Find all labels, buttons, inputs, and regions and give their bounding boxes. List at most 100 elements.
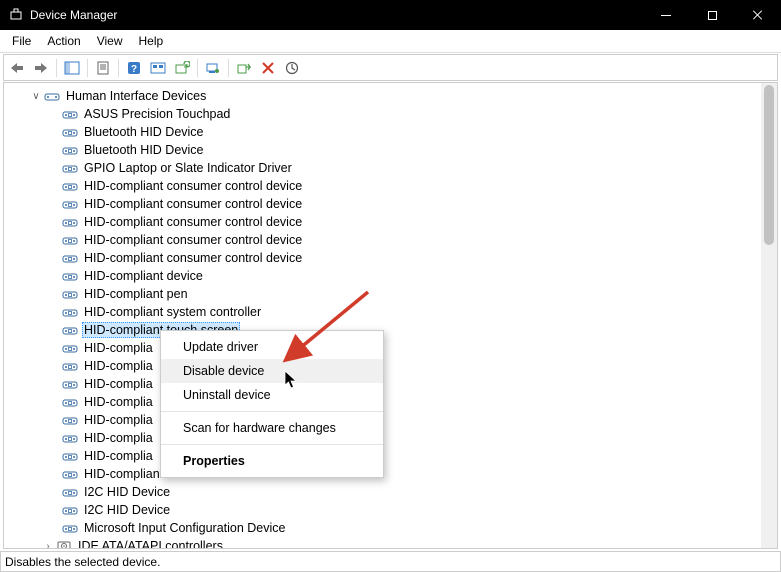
menu-separator <box>161 444 383 445</box>
hid-device-icon <box>62 430 78 446</box>
menu-bar: File Action View Help <box>0 30 781 53</box>
minimize-button[interactable] <box>643 0 689 30</box>
device-row[interactable]: I2C HID Device <box>4 483 761 501</box>
device-label: HID-compliant consumer control device <box>82 233 304 247</box>
menu-separator <box>161 411 383 412</box>
device-row[interactable]: Bluetooth HID Device <box>4 123 761 141</box>
menu-view[interactable]: View <box>89 31 131 51</box>
device-by-type-button[interactable] <box>147 57 169 79</box>
ctx-properties[interactable]: Properties <box>161 449 383 473</box>
menu-help[interactable]: Help <box>131 31 172 51</box>
maximize-button[interactable] <box>689 0 735 30</box>
scrollbar-thumb[interactable] <box>764 85 774 245</box>
expand-icon[interactable]: › <box>42 540 54 548</box>
device-label: Bluetooth HID Device <box>82 143 206 157</box>
hid-device-icon <box>62 520 78 536</box>
device-label: ASUS Precision Touchpad <box>82 107 232 121</box>
app-icon <box>8 7 24 23</box>
device-label: HID-compliant pen <box>82 287 190 301</box>
ctx-uninstall-device[interactable]: Uninstall device <box>161 383 383 407</box>
collapse-icon[interactable]: ∨ <box>30 90 42 102</box>
device-row[interactable]: HID-compliant device <box>4 267 761 285</box>
device-tree-pane: ∨Human Interface Devices ASUS Precision T… <box>3 82 778 549</box>
device-label: Microsoft Input Configuration Device <box>82 521 287 535</box>
hid-device-icon <box>62 304 78 320</box>
device-label: HID-compliant device <box>82 269 205 283</box>
svg-text:?: ? <box>131 64 137 75</box>
hid-device-icon <box>62 358 78 374</box>
enable-device-button[interactable] <box>233 57 255 79</box>
device-row[interactable]: HID-compliant pen <box>4 285 761 303</box>
hid-device-icon <box>62 322 78 338</box>
device-row[interactable]: HID-compliant consumer control device <box>4 213 761 231</box>
device-row[interactable]: HID-compliant system controller <box>4 303 761 321</box>
tree-category[interactable]: ∨Human Interface Devices <box>4 87 761 105</box>
hid-device-icon <box>62 250 78 266</box>
hid-device-icon <box>62 466 78 482</box>
help-button[interactable]: ? <box>123 57 145 79</box>
device-label: HID-complia <box>82 359 155 373</box>
device-row[interactable]: GPIO Laptop or Slate Indicator Driver <box>4 159 761 177</box>
close-button[interactable] <box>735 0 781 30</box>
device-row[interactable]: HID-compliant consumer control device <box>4 195 761 213</box>
device-label: HID-complia <box>82 341 155 355</box>
tree-category[interactable]: › IDE ATA/ATAPI controllers <box>4 537 761 548</box>
window-title: Device Manager <box>30 8 643 22</box>
hid-device-icon <box>62 268 78 284</box>
device-label: I2C HID Device <box>82 503 172 517</box>
ctx-update-driver[interactable]: Update driver <box>161 335 383 359</box>
disable-device-button[interactable] <box>257 57 279 79</box>
hid-device-icon <box>62 178 78 194</box>
hid-device-icon <box>62 412 78 428</box>
hid-device-icon <box>62 124 78 140</box>
status-bar: Disables the selected device. <box>0 551 781 572</box>
device-row[interactable]: HID-compliant consumer control device <box>4 177 761 195</box>
context-menu: Update driverDisable deviceUninstall dev… <box>160 330 384 478</box>
back-button[interactable] <box>6 57 28 79</box>
ctx-scan-for-hardware-changes[interactable]: Scan for hardware changes <box>161 416 383 440</box>
hid-device-icon <box>62 394 78 410</box>
hid-device-icon <box>62 196 78 212</box>
ctx-disable-device[interactable]: Disable device <box>161 359 383 383</box>
menu-file[interactable]: File <box>4 31 39 51</box>
hid-device-icon <box>62 340 78 356</box>
status-text: Disables the selected device. <box>5 555 160 569</box>
device-row[interactable]: HID-compliant consumer control device <box>4 249 761 267</box>
toolbar: ? <box>3 54 778 81</box>
uninstall-device-button[interactable] <box>281 57 303 79</box>
device-label: HID-compliant consumer control device <box>82 179 304 193</box>
hid-device-icon <box>62 232 78 248</box>
device-label: HID-complia <box>82 395 155 409</box>
properties-button[interactable] <box>92 57 114 79</box>
device-label: Bluetooth HID Device <box>82 125 206 139</box>
device-row[interactable]: Bluetooth HID Device <box>4 141 761 159</box>
device-row[interactable]: I2C HID Device <box>4 501 761 519</box>
category-label: IDE ATA/ATAPI controllers <box>76 539 225 548</box>
device-tree[interactable]: ∨Human Interface Devices ASUS Precision T… <box>4 83 761 548</box>
forward-button[interactable] <box>30 57 52 79</box>
menu-action[interactable]: Action <box>39 31 88 51</box>
hid-category-icon <box>44 88 60 104</box>
device-label: HID-compliant consumer control device <box>82 251 304 265</box>
update-driver-button[interactable] <box>202 57 224 79</box>
hid-device-icon <box>62 448 78 464</box>
hid-device-icon <box>62 502 78 518</box>
device-row[interactable]: ASUS Precision Touchpad <box>4 105 761 123</box>
device-label: GPIO Laptop or Slate Indicator Driver <box>82 161 294 175</box>
hid-device-icon <box>62 214 78 230</box>
device-row[interactable]: HID-compliant consumer control device <box>4 231 761 249</box>
device-label: HID-compliant consumer control device <box>82 215 304 229</box>
scan-hardware-button[interactable] <box>171 57 193 79</box>
show-hide-tree-button[interactable] <box>61 57 83 79</box>
device-label: HID-complia <box>82 449 155 463</box>
vertical-scrollbar[interactable] <box>761 83 777 548</box>
hid-device-icon <box>62 106 78 122</box>
device-row[interactable]: Microsoft Input Configuration Device <box>4 519 761 537</box>
disk-category-icon <box>56 538 72 548</box>
hid-device-icon <box>62 376 78 392</box>
device-label: HID-complia <box>82 413 155 427</box>
hid-device-icon <box>62 484 78 500</box>
device-label: HID-compliant consumer control device <box>82 197 304 211</box>
title-bar: Device Manager <box>0 0 781 30</box>
device-label: I2C HID Device <box>82 485 172 499</box>
